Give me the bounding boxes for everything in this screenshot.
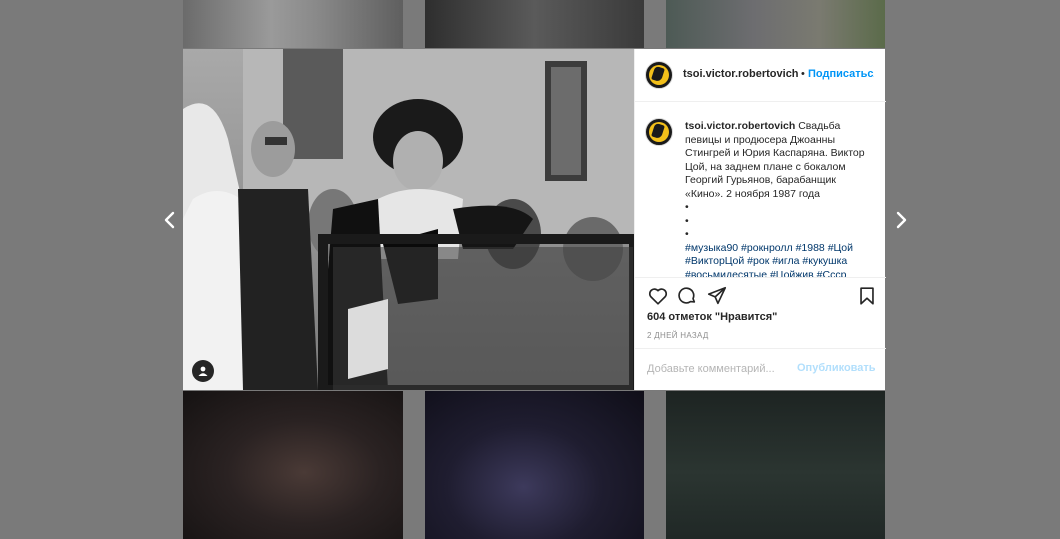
heart-icon[interactable] [647,285,669,307]
comment-input[interactable] [647,359,797,379]
grid-post-thumbnail[interactable] [183,0,403,48]
previous-post-arrow[interactable] [162,208,178,232]
caption-username-link[interactable]: tsoi.victor.robertovich [685,120,795,132]
comment-form: Опубликовать [635,348,886,390]
post-header: tsoi.victor.robertovich • Подписаться [635,49,886,102]
chevron-left-icon [164,211,175,229]
hashtag-links[interactable]: #восьмидесятые #Цойжив #Ссср #чест [685,269,846,278]
post-caption: tsoi.victor.robertovich Свадьба певицы и… [685,120,873,278]
user-tag-button[interactable] [192,360,214,382]
chevron-right-icon [896,211,907,229]
post-photo-image [183,49,634,390]
caption-bullet: • [685,214,689,227]
likes-count[interactable]: 604 отметок "Нравится" [647,311,777,323]
grid-post-thumbnail[interactable] [666,391,885,539]
caption-bullet: • [685,228,689,240]
post-timestamp: 2 ДНЕЙ НАЗАД [647,331,709,340]
next-post-arrow[interactable] [893,208,909,232]
avatar[interactable] [645,61,673,89]
caption-section: tsoi.victor.robertovich Свадьба певицы и… [635,102,886,278]
action-bar [635,285,886,309]
comment-bubble-icon[interactable] [676,285,698,307]
grid-post-thumbnail[interactable] [425,0,644,48]
user-icon [198,366,208,376]
paper-plane-icon[interactable] [706,285,728,307]
bookmark-icon[interactable] [856,285,878,307]
post-photo[interactable] [183,49,634,390]
post-sidebar: tsoi.victor.robertovich • Подписаться ts… [634,49,886,390]
hashtag-links[interactable]: #музыка90 #рокнролл #1988 #Цой [685,242,853,254]
grid-post-thumbnail[interactable] [666,0,885,48]
username-link[interactable]: tsoi.victor.robertovich [683,68,799,80]
caption-bullet: • [685,201,689,213]
hashtag-links[interactable]: #ВикторЦой #рок #игла #кукушка [685,255,847,267]
separator-dot: • [801,68,805,80]
grid-post-thumbnail[interactable] [183,391,403,539]
grid-post-thumbnail[interactable] [425,391,644,539]
avatar[interactable] [645,118,673,146]
publish-button[interactable]: Опубликовать [797,362,876,374]
follow-button[interactable]: Подписаться [808,68,874,80]
post-modal: tsoi.victor.robertovich • Подписаться ts… [183,49,886,390]
